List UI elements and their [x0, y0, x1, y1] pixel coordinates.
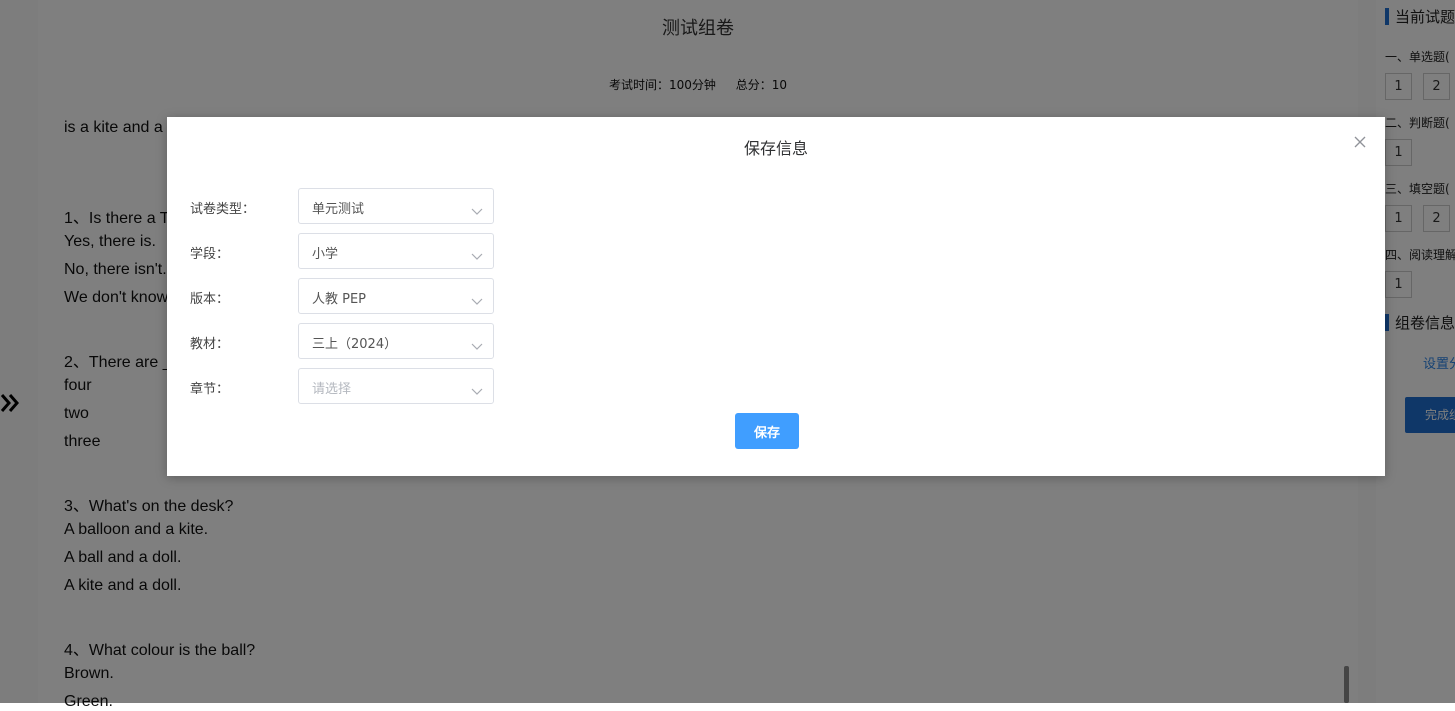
- paper-type-select[interactable]: 单元测试: [298, 188, 494, 224]
- edition-select[interactable]: 人教 PEP: [298, 278, 494, 314]
- chevron-down-icon: [471, 201, 483, 215]
- textbook-select[interactable]: 三上（2024）: [298, 323, 494, 359]
- chapter-label: 章节：: [190, 382, 230, 397]
- stage-label: 学段：: [190, 247, 230, 262]
- edition-value: 人教 PEP: [312, 292, 367, 307]
- paper-type-value: 单元测试: [312, 202, 365, 217]
- chapter-select[interactable]: 请选择: [298, 368, 494, 404]
- textbook-label: 教材：: [190, 337, 230, 352]
- chevron-down-icon: [471, 246, 483, 260]
- save-info-dialog: 保存信息 试卷类型： 单元测试 学段： 小学 版本： 人教 PEP 教材： 三上…: [167, 117, 1385, 476]
- close-icon[interactable]: [1353, 134, 1367, 148]
- chapter-placeholder: 请选择: [312, 382, 352, 397]
- chevron-down-icon: [471, 336, 483, 350]
- edition-label: 版本：: [190, 292, 230, 307]
- stage-value: 小学: [312, 247, 339, 262]
- dialog-title: 保存信息: [743, 139, 808, 158]
- textbook-value: 三上（2024）: [312, 337, 398, 352]
- chevron-down-icon: [471, 291, 483, 305]
- save-button[interactable]: 保存: [735, 413, 799, 449]
- chevron-down-icon: [471, 381, 483, 395]
- paper-type-label: 试卷类型：: [190, 202, 256, 217]
- stage-select[interactable]: 小学: [298, 233, 494, 269]
